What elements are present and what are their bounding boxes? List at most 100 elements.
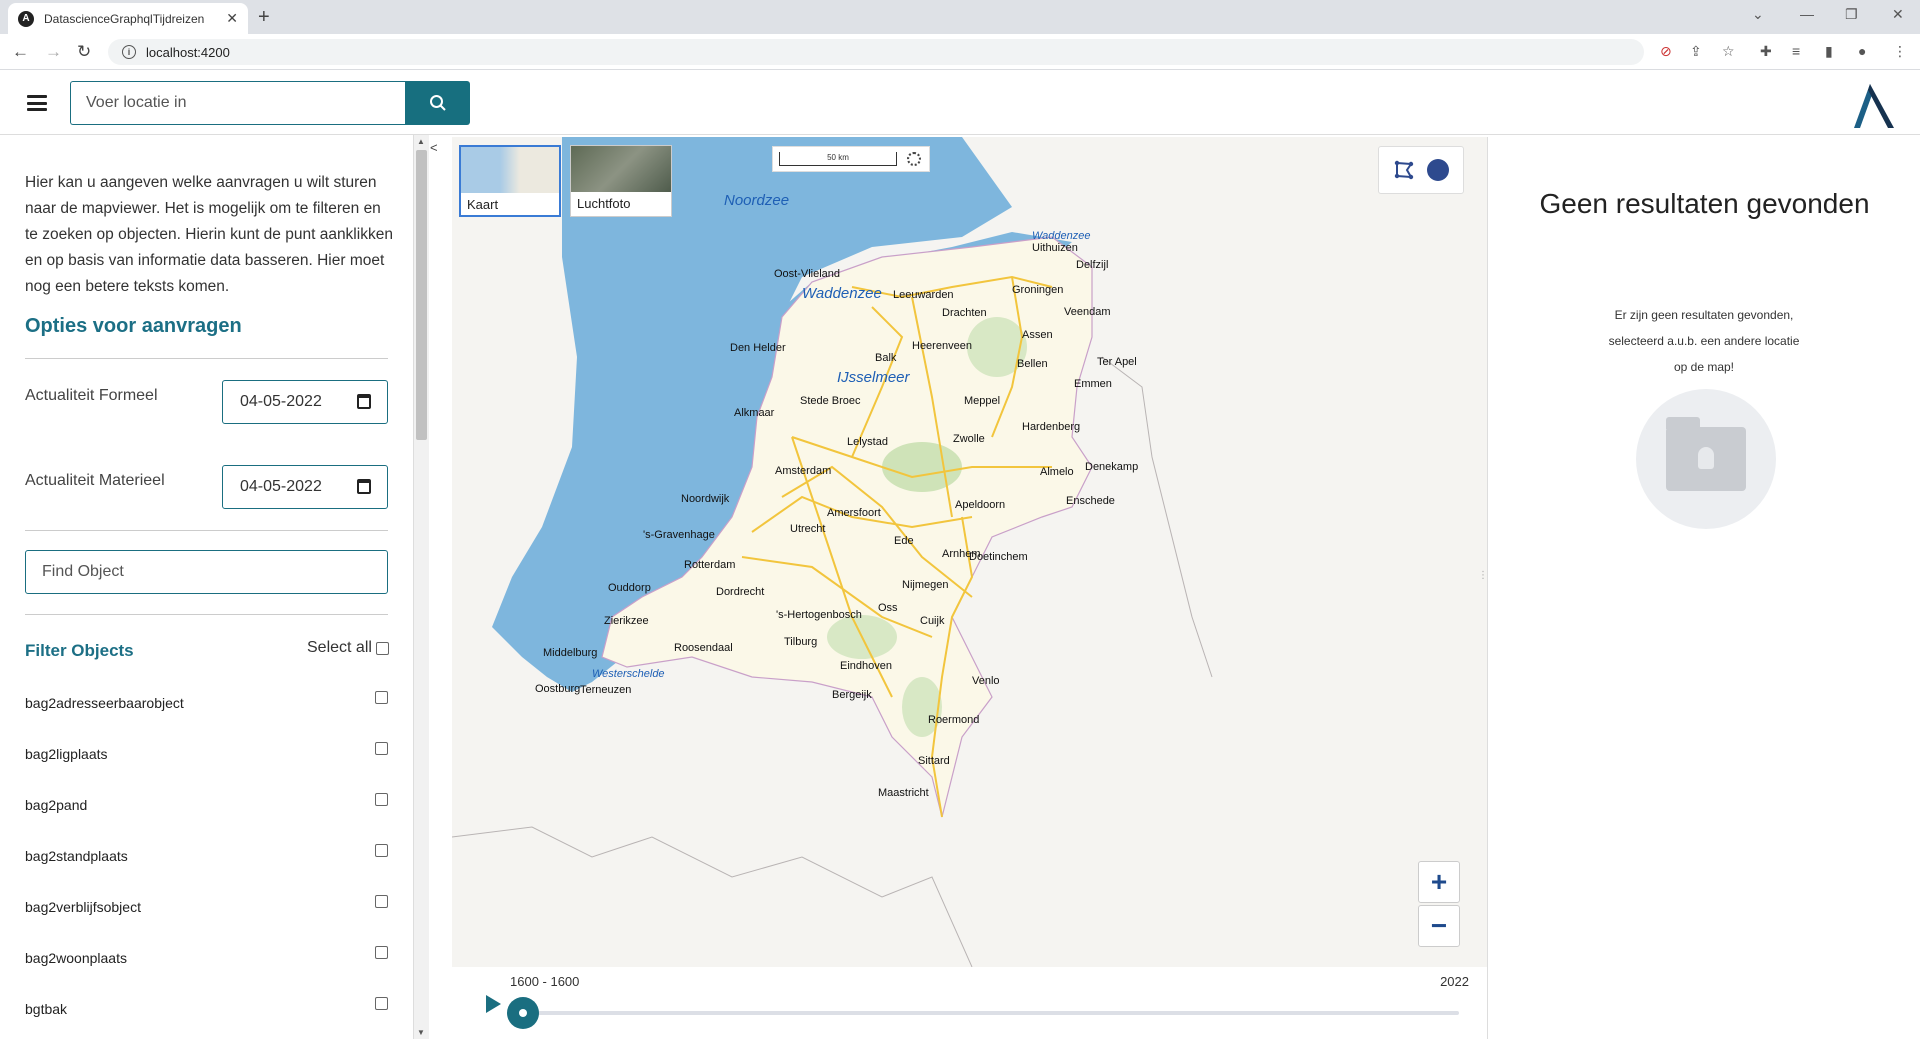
find-object-input[interactable]: Find Object bbox=[25, 550, 388, 594]
site-info-icon[interactable]: i bbox=[122, 45, 136, 59]
luchtfoto-thumbnail bbox=[571, 146, 671, 192]
water-label: Noordzee bbox=[724, 192, 790, 209]
object-filter-checkbox[interactable] bbox=[375, 844, 388, 857]
water-label: Waddenzee bbox=[802, 285, 882, 302]
url-field[interactable]: i localhost:4200 bbox=[108, 39, 1644, 65]
place-label: Roosendaal bbox=[674, 642, 733, 654]
object-filter-checkbox[interactable] bbox=[375, 793, 388, 806]
menu-kebab-icon[interactable]: ⋮ bbox=[1893, 43, 1907, 60]
zoom-out-button[interactable]: − bbox=[1418, 905, 1460, 947]
actualiteit-formeel-value: 04-05-2022 bbox=[240, 393, 322, 410]
reload-icon[interactable]: ↻ bbox=[77, 42, 91, 62]
tab-search-icon[interactable]: ⌄ bbox=[1752, 6, 1764, 23]
object-filter-checkbox[interactable] bbox=[375, 997, 388, 1010]
place-label: Nijmegen bbox=[902, 579, 949, 591]
object-filter-checkbox[interactable] bbox=[375, 946, 388, 959]
place-label: Sittard bbox=[918, 755, 950, 767]
place-label: Apeldoorn bbox=[955, 499, 1006, 511]
place-label: 's-Gravenhage bbox=[643, 529, 715, 541]
object-filter-checkbox[interactable] bbox=[375, 742, 388, 755]
browser-tab[interactable]: A DatascienceGraphqlTijdreizen ✕ bbox=[8, 3, 248, 34]
sidebar-scrollbar[interactable]: ▲ ▼ bbox=[414, 135, 429, 1039]
bookmark-star-icon[interactable]: ☆ bbox=[1722, 43, 1735, 60]
place-label: Leeuwarden bbox=[893, 289, 954, 301]
object-filter-row: bag2pand bbox=[25, 793, 388, 813]
calendar-icon[interactable] bbox=[357, 394, 371, 409]
no-results-title: Geen resultaten gevonden bbox=[1539, 188, 1870, 219]
actualiteit-formeel-date-input[interactable]: 04-05-2022 bbox=[222, 380, 388, 424]
request-options-sidebar: Hier kan u aangeven welke aanvragen u wi… bbox=[0, 135, 414, 1039]
tab-title: DatascienceGraphqlTijdreizen bbox=[44, 11, 205, 26]
polygon-draw-icon[interactable] bbox=[1393, 159, 1415, 181]
actualiteit-materieel-date-input[interactable]: 04-05-2022 bbox=[222, 465, 388, 509]
place-label: Venlo bbox=[972, 675, 1000, 687]
play-icon[interactable] bbox=[486, 995, 501, 1013]
place-label: Maastricht bbox=[878, 787, 929, 799]
layer-label: Kaart bbox=[467, 197, 499, 212]
new-tab-icon[interactable]: + bbox=[258, 6, 270, 29]
slider-handle-dot bbox=[519, 1009, 527, 1017]
select-all-control[interactable]: Select all bbox=[307, 639, 389, 657]
place-label: Drachten bbox=[942, 307, 987, 319]
object-filter-label: bag2ligplaats bbox=[25, 746, 108, 762]
object-filter-checkbox[interactable] bbox=[375, 691, 388, 704]
place-label: Bellen bbox=[1017, 358, 1048, 370]
object-filter-row: bag2adresseerbaarobject bbox=[25, 691, 388, 711]
restore-icon[interactable]: ❐ bbox=[1845, 6, 1858, 23]
find-object-placeholder: Find Object bbox=[42, 563, 124, 580]
hamburger-menu-icon[interactable] bbox=[27, 95, 47, 111]
place-label: Bergeijk bbox=[832, 689, 872, 701]
scroll-up-icon[interactable]: ▲ bbox=[417, 137, 425, 146]
object-filter-label: bag2woonplaats bbox=[25, 950, 127, 966]
minimize-icon[interactable]: — bbox=[1800, 6, 1814, 22]
scrollbar-thumb[interactable] bbox=[416, 150, 427, 440]
water-label: Westerschelde bbox=[592, 668, 665, 680]
layer-luchtfoto-button[interactable]: Luchtfoto bbox=[570, 145, 672, 217]
place-label: Amsterdam bbox=[775, 465, 832, 477]
search-button[interactable] bbox=[405, 81, 470, 125]
place-label: Heerenveen bbox=[912, 340, 972, 352]
scroll-down-icon[interactable]: ▼ bbox=[417, 1028, 425, 1037]
object-filter-label: bag2adresseerbaarobject bbox=[25, 695, 184, 711]
extensions-icon[interactable]: ✚ bbox=[1760, 43, 1772, 60]
object-filter-checkbox[interactable] bbox=[375, 895, 388, 908]
water-label: IJsselmeer bbox=[837, 369, 910, 386]
back-icon[interactable]: ← bbox=[12, 42, 29, 62]
timeline-slider-handle[interactable] bbox=[507, 997, 539, 1029]
zoom-in-button[interactable]: + bbox=[1418, 861, 1460, 903]
place-label: Stede Broec bbox=[800, 395, 861, 407]
blocked-icon[interactable]: ⊘ bbox=[1660, 43, 1672, 60]
forward-icon[interactable]: → bbox=[45, 42, 62, 62]
location-search-input[interactable] bbox=[70, 81, 406, 125]
collapse-sidebar-icon[interactable]: < bbox=[430, 140, 438, 155]
tab-close-icon[interactable]: ✕ bbox=[226, 10, 238, 27]
map-viewer[interactable]: Noordzee Waddenzee IJsselmeer Waddenzee … bbox=[452, 137, 1487, 967]
window-close-icon[interactable]: ✕ bbox=[1892, 6, 1904, 23]
object-filter-label: bag2standplaats bbox=[25, 848, 128, 864]
object-filter-row: bag2verblijfsobject bbox=[25, 895, 388, 915]
divider bbox=[25, 358, 388, 359]
place-label: Oss bbox=[878, 602, 898, 614]
sidepanel-icon[interactable]: ▮ bbox=[1825, 43, 1833, 60]
calendar-icon[interactable] bbox=[357, 479, 371, 494]
divider bbox=[25, 530, 388, 531]
media-icon[interactable]: ≡ bbox=[1792, 43, 1800, 59]
place-label: Terneuzen bbox=[580, 684, 632, 696]
point-draw-icon[interactable] bbox=[1427, 159, 1449, 181]
object-filter-label: bgtbak bbox=[25, 1001, 68, 1017]
place-label: Almelo bbox=[1040, 466, 1074, 478]
place-label: Assen bbox=[1022, 329, 1053, 341]
timeline-slider-track[interactable] bbox=[522, 1011, 1459, 1015]
browser-tabbar: A DatascienceGraphqlTijdreizen ✕ + ⌄ — ❐… bbox=[0, 0, 1920, 34]
place-label: Oostburg bbox=[535, 683, 581, 695]
select-all-checkbox[interactable] bbox=[375, 641, 389, 655]
place-label: Middelburg bbox=[543, 647, 598, 659]
kaart-thumbnail bbox=[461, 147, 559, 193]
actualiteit-formeel-label: Actualiteit Formeel bbox=[25, 387, 158, 404]
layer-kaart-button[interactable]: Kaart bbox=[459, 145, 561, 217]
object-filter-row: bgtbak bbox=[25, 997, 388, 1017]
profile-icon[interactable]: ● bbox=[1858, 43, 1866, 59]
share-icon[interactable]: ⇪ bbox=[1690, 43, 1702, 60]
place-label: Cuijk bbox=[920, 615, 945, 627]
panel-resize-handle[interactable]: ⋮ bbox=[1478, 570, 1488, 600]
